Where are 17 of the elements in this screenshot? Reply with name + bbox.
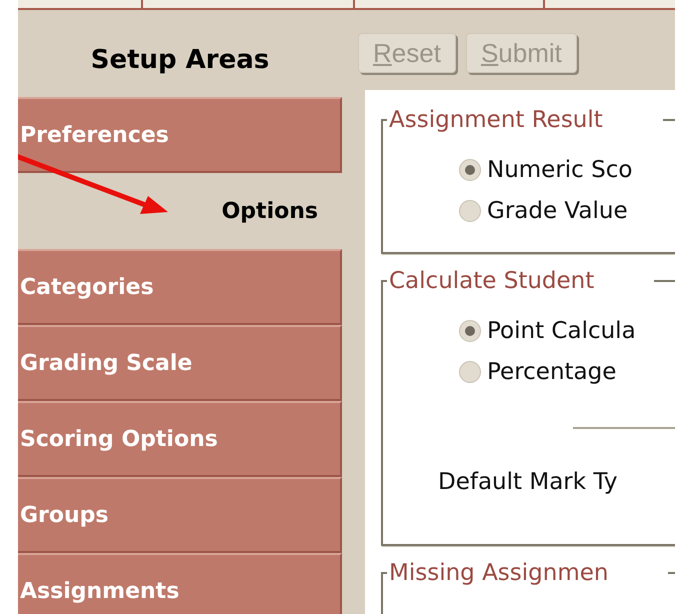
radio-label: Grade Value [487,196,628,226]
sidebar-item[interactable]: Assignments [18,553,342,614]
radio-label: Point Calcula [487,317,636,346]
sidebar-item[interactable]: Options [18,173,342,249]
radio-button[interactable] [459,320,481,342]
sidebar-item[interactable]: Categories [18,249,342,325]
sidebar-item[interactable]: Scoring Options [18,401,342,477]
sidebar-item[interactable]: Groups [18,477,342,553]
sidebar-item[interactable]: Grading Scale [18,325,342,401]
sidebar-item[interactable]: Preferences [18,97,342,173]
radio-button[interactable] [459,360,481,383]
radio-label: Percentage [487,358,616,386]
setup-areas-title: Setup Areas [90,44,270,76]
radio-button[interactable] [459,159,481,182]
field-label: Default Mark Ty [437,468,618,497]
radio-label: Numeric Sco [487,156,632,185]
radio-button[interactable] [459,200,481,222]
